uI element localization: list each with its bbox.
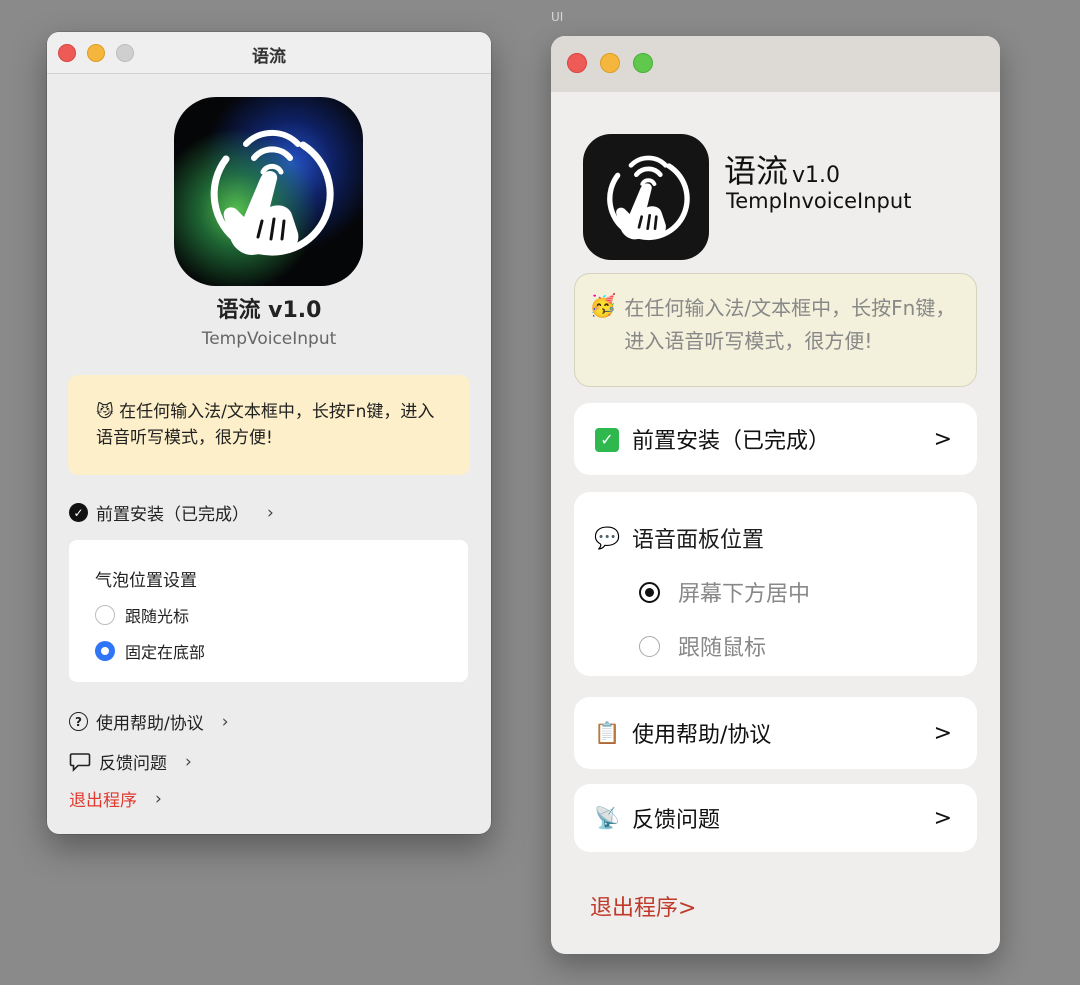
app-version: v1.0	[792, 163, 841, 188]
radio-follow-cursor[interactable]: 跟随光标	[95, 603, 468, 627]
app-logo-icon	[174, 97, 363, 286]
radio-on-icon	[95, 641, 115, 661]
chevron-right-icon: ›	[155, 788, 162, 809]
right-window: 语流 v1.0 TempInvoiceInput 🥳 在任何输入法/文本框中，长按…	[551, 36, 1000, 954]
radio-label: 屏幕下方居中	[678, 582, 811, 607]
app-subtitle: TempInvoiceInput	[726, 189, 912, 213]
tip-text: 在任何输入法/文本框中，长按Fn键，进入语音听写模式，很方便!	[96, 402, 435, 448]
app-logo-icon	[583, 134, 709, 260]
feedback-label: 反馈问题	[632, 808, 721, 833]
check-circle-icon: ✓	[69, 503, 88, 522]
radio-screen-bottom-center[interactable]: 屏幕下方居中	[639, 576, 977, 608]
radio-label: 固定在底部	[125, 643, 206, 662]
help-label: 使用帮助/协议	[632, 723, 772, 748]
tip-banner: 😼 在任何输入法/文本框中，长按Fn键，进入语音听写模式，很方便!	[68, 375, 470, 475]
clipboard-icon: 📋	[594, 720, 621, 745]
chevron-right-icon: >	[933, 805, 952, 831]
bubble-panel-title: 气泡位置设置	[95, 571, 197, 591]
app-name: 语流 v1.0	[216, 298, 322, 323]
setup-row[interactable]: ✓ 前置安装（已完成） >	[574, 403, 977, 475]
canvas-caption: UI	[551, 10, 564, 24]
app-name-text: 语流	[724, 152, 789, 190]
radio-off-icon	[95, 605, 115, 625]
setup-label: 前置安装（已完成）	[632, 429, 831, 454]
app-name: 语流 v1.0	[724, 146, 840, 192]
help-label: 使用帮助/协议	[96, 714, 204, 734]
voice-panel-title: 语音面板位置	[632, 528, 765, 553]
tip-banner: 🥳 在任何输入法/文本框中，长按Fn键，进入语音听写模式，很方便!	[574, 273, 977, 387]
speech-bubble-icon: 💬	[594, 525, 621, 550]
feedback-row[interactable]: 📡 反馈问题 >	[574, 784, 977, 852]
feedback-row[interactable]: 反馈问题 ›	[69, 749, 192, 774]
green-check-icon: ✓	[594, 426, 620, 452]
party-face-icon: 🥳	[589, 294, 617, 319]
quit-link[interactable]: 退出程序>	[590, 890, 696, 922]
question-circle-icon: ?	[69, 712, 88, 731]
voice-panel-header: 💬 语音面板位置	[574, 492, 977, 554]
radio-label: 跟随鼠标	[678, 636, 767, 661]
radio-label: 跟随光标	[125, 607, 190, 626]
feedback-label: 反馈问题	[99, 754, 167, 774]
tip-text: 在任何输入法/文本框中，长按Fn键，进入语音听写模式，很方便!	[624, 296, 956, 353]
satellite-dish-icon: 📡	[594, 805, 621, 830]
zoom-button[interactable]	[633, 53, 653, 73]
setup-card[interactable]: ✓ 前置安装（已完成） >	[574, 403, 977, 475]
chevron-right-icon: ›	[185, 751, 192, 772]
window-title: 语流	[252, 47, 286, 67]
quit-label: 退出程序	[69, 791, 137, 811]
feedback-card[interactable]: 📡 反馈问题 >	[574, 784, 977, 852]
setup-row[interactable]: ✓ 前置安装（已完成） ›	[69, 500, 274, 525]
help-row[interactable]: ? 使用帮助/协议 ›	[69, 709, 229, 734]
quit-row[interactable]: 退出程序 ›	[69, 786, 162, 812]
app-subtitle: TempVoiceInput	[201, 329, 337, 349]
radio-follow-mouse[interactable]: 跟随鼠标	[639, 630, 977, 662]
close-button[interactable]	[567, 53, 587, 73]
setup-label: 前置安装（已完成）	[96, 505, 249, 525]
speech-bubble-icon	[69, 752, 91, 772]
left-window: 语流 语流 v1.0 TempVoiceInput 😼 在任何输入法/文本框中，…	[47, 32, 491, 834]
left-titlebar: 语流	[47, 32, 491, 74]
chevron-right-icon: >	[933, 720, 952, 746]
right-titlebar	[551, 36, 1000, 92]
right-traffic-lights	[567, 53, 653, 73]
help-card[interactable]: 📋 使用帮助/协议 >	[574, 697, 977, 769]
radio-fixed-bottom[interactable]: 固定在底部	[95, 639, 468, 663]
voice-panel-card: 💬 语音面板位置 屏幕下方居中 跟随鼠标	[574, 492, 977, 676]
minimize-button[interactable]	[600, 53, 620, 73]
chevron-right-icon: ›	[221, 711, 229, 732]
chevron-right-icon: >	[933, 426, 952, 452]
help-row[interactable]: 📋 使用帮助/协议 >	[574, 697, 977, 769]
chevron-right-icon: ›	[267, 502, 274, 523]
radio-off-icon	[639, 635, 660, 657]
cat-emoji-icon: 😼	[96, 402, 114, 422]
radio-on-icon	[639, 581, 660, 603]
bubble-position-panel: 气泡位置设置 跟随光标 固定在底部	[69, 540, 468, 682]
